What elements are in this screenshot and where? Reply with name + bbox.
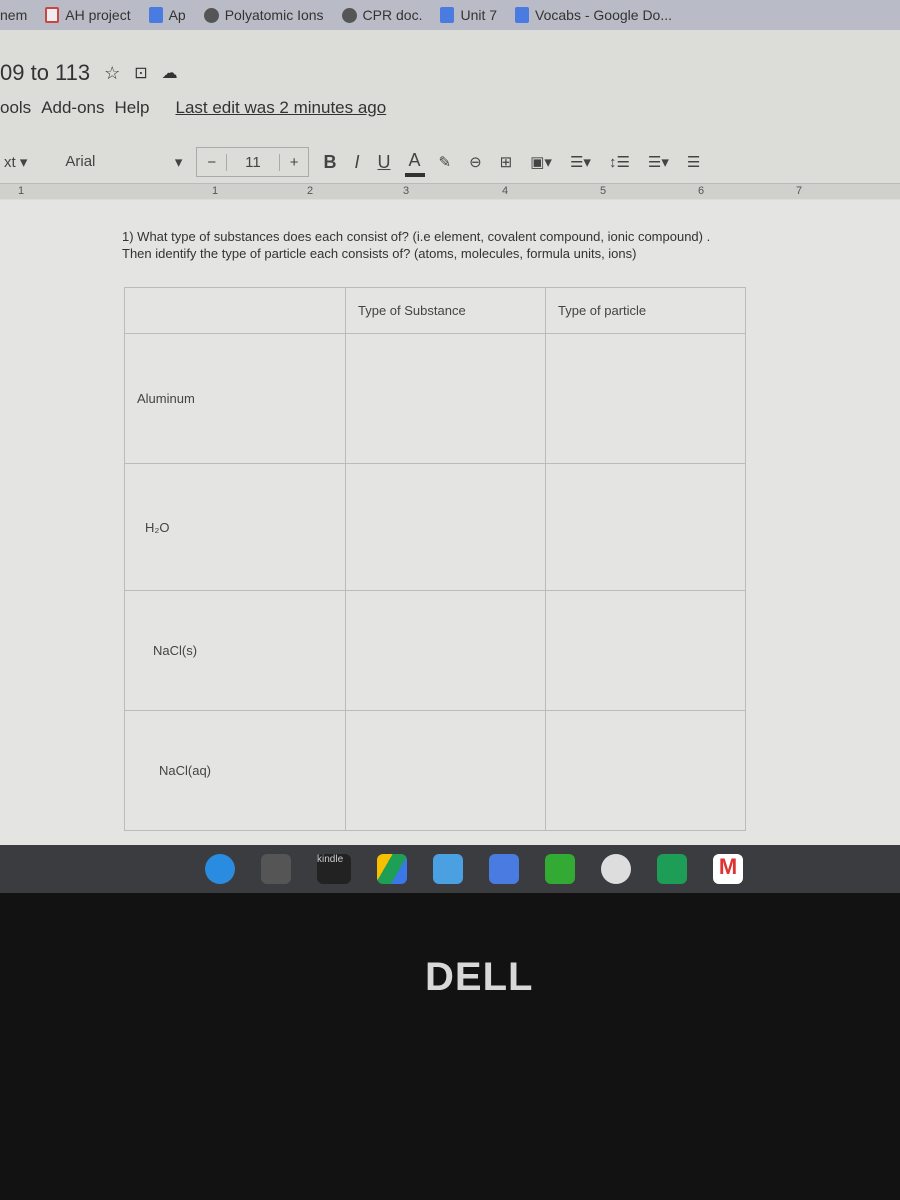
ruler-number: 6 (698, 185, 705, 197)
kindle-app-icon[interactable]: kindle (317, 854, 351, 884)
text-color-button[interactable]: A (404, 148, 425, 177)
table-cell[interactable] (545, 463, 746, 591)
italic-button[interactable]: I (350, 150, 363, 175)
font-dropdown[interactable]: Arial ▾ (61, 151, 186, 173)
table-cell[interactable] (545, 333, 746, 464)
doc-title-row: 09 to 113 ☆ ⊡ ☁ (0, 60, 178, 86)
font-size-stepper: − 11 + (196, 147, 310, 177)
chrome-app-icon[interactable] (601, 854, 631, 884)
table-header-cell[interactable]: Type of particle (545, 287, 746, 334)
bookmark-label: Polyatomic Ions (224, 7, 324, 23)
table-row: NaCl(s) (124, 590, 746, 711)
bookmark[interactable]: CPR doc. (341, 7, 423, 23)
bookmark[interactable]: nem (0, 7, 27, 23)
numbered-list-icon[interactable]: ☰▾ (644, 151, 673, 173)
ruler[interactable]: 1 1 2 3 4 5 6 7 (0, 183, 900, 199)
align-icon[interactable]: ☰▾ (566, 151, 595, 173)
bookmark[interactable]: Ap (148, 7, 186, 23)
sheets-app-icon[interactable] (657, 854, 687, 884)
bookmark-icon (45, 7, 60, 23)
drive-app-icon[interactable] (377, 854, 407, 884)
bookmark[interactable]: AH project (45, 7, 131, 23)
gmail-app-icon[interactable]: M (713, 854, 743, 884)
cloud-status-icon[interactable]: ☁ (162, 63, 178, 83)
bold-button[interactable]: B (319, 150, 340, 175)
table-cell[interactable]: Aluminum (124, 333, 346, 464)
image-icon[interactable]: ▣▾ (526, 151, 556, 173)
table-cell[interactable] (345, 463, 546, 591)
menu-add-ons[interactable]: Add-ons (41, 98, 104, 118)
comment-icon[interactable]: ⊞ (496, 151, 517, 173)
bookmark[interactable]: Unit 7 (440, 7, 497, 23)
answer-table: Type of Substance Type of particle Alumi… (124, 287, 746, 831)
menu-tools[interactable]: ools (0, 98, 31, 118)
table-cell[interactable]: NaCl(s) (124, 590, 346, 711)
menu-bar: ools Add-ons Help Last edit was 2 minute… (0, 98, 386, 118)
laptop-bezel (0, 893, 900, 1200)
doc-title[interactable]: 09 to 113 (0, 60, 90, 86)
table-cell[interactable]: H₂O (124, 463, 346, 591)
font-size-input[interactable]: 11 (227, 153, 280, 171)
underline-button[interactable]: U (374, 150, 395, 175)
docs-icon (148, 7, 163, 23)
table-row: NaCl(aq) (124, 710, 746, 831)
globe-icon (341, 7, 357, 23)
ruler-number: 3 (403, 185, 410, 197)
last-edit-link[interactable]: Last edit was 2 minutes ago (175, 98, 386, 118)
increase-font-size-button[interactable]: + (280, 154, 309, 171)
star-icon[interactable]: ☆ (104, 63, 120, 84)
table-header-cell[interactable]: Type of Substance (345, 287, 546, 334)
ruler-number: 4 (502, 185, 509, 197)
move-folder-icon[interactable]: ⊡ (134, 63, 147, 83)
bookmark-label: Unit 7 (460, 7, 498, 23)
table-cell[interactable] (345, 333, 546, 464)
style-label: xt (4, 154, 16, 171)
terminal-app-icon[interactable] (261, 854, 291, 884)
taskbar: kindle M (0, 845, 900, 893)
table-cell[interactable]: NaCl(aq) (124, 710, 346, 831)
play-app-icon[interactable] (433, 854, 463, 884)
bulleted-list-icon[interactable]: ☰ (683, 151, 704, 173)
bookmarks-bar: nem AH project Ap Polyatomic Ions CPR do… (0, 0, 900, 30)
bookmark-label: nem (0, 7, 28, 23)
docs-icon (515, 7, 530, 23)
dell-logo: DELL (425, 955, 534, 999)
line-spacing-icon[interactable]: ↕☰ (605, 151, 634, 173)
table-row: Aluminum (124, 333, 746, 464)
decrease-font-size-button[interactable]: − (197, 153, 228, 171)
bookmark-label: CPR doc. (362, 7, 423, 23)
ruler-number: 5 (600, 185, 607, 197)
bookmark-label: Vocabs - Google Do... (535, 7, 673, 23)
table-row: H₂O (124, 463, 746, 591)
table-cell[interactable] (345, 590, 546, 711)
docs-icon (440, 7, 455, 23)
table-cell[interactable] (345, 710, 546, 831)
table-cell[interactable] (545, 590, 746, 711)
question-text: 1) What type of substances does each con… (122, 229, 711, 261)
toolbar: xt ▾ Arial ▾ − 11 + B I U A ✎ ⊖ ⊞ ▣▾ ☰▾ ↕… (0, 145, 900, 179)
ruler-number: 1 (18, 185, 25, 197)
bookmark-label: Ap (168, 7, 186, 23)
bookmark-label: AH project (65, 7, 131, 23)
ruler-number: 1 (212, 185, 219, 197)
ruler-number: 7 (796, 185, 803, 197)
highlight-icon[interactable]: ✎ (435, 151, 456, 173)
font-label: Arial (65, 153, 96, 170)
bookmark[interactable]: Polyatomic Ions (203, 7, 324, 23)
link-icon[interactable]: ⊖ (465, 151, 486, 173)
menu-help[interactable]: Help (115, 98, 150, 118)
ruler-number: 2 (307, 185, 314, 197)
docs-app-icon[interactable] (489, 854, 519, 884)
table-header-cell[interactable] (124, 287, 346, 334)
table-cell[interactable] (545, 710, 746, 831)
sheets-app-icon[interactable] (545, 854, 575, 884)
files-app-icon[interactable] (205, 854, 235, 884)
chevron-down-icon: ▾ (174, 154, 183, 171)
bookmark[interactable]: Vocabs - Google Do... (515, 7, 672, 23)
globe-icon (203, 7, 219, 23)
table-header-row: Type of Substance Type of particle (124, 287, 746, 334)
style-dropdown[interactable]: xt ▾ (0, 151, 31, 173)
